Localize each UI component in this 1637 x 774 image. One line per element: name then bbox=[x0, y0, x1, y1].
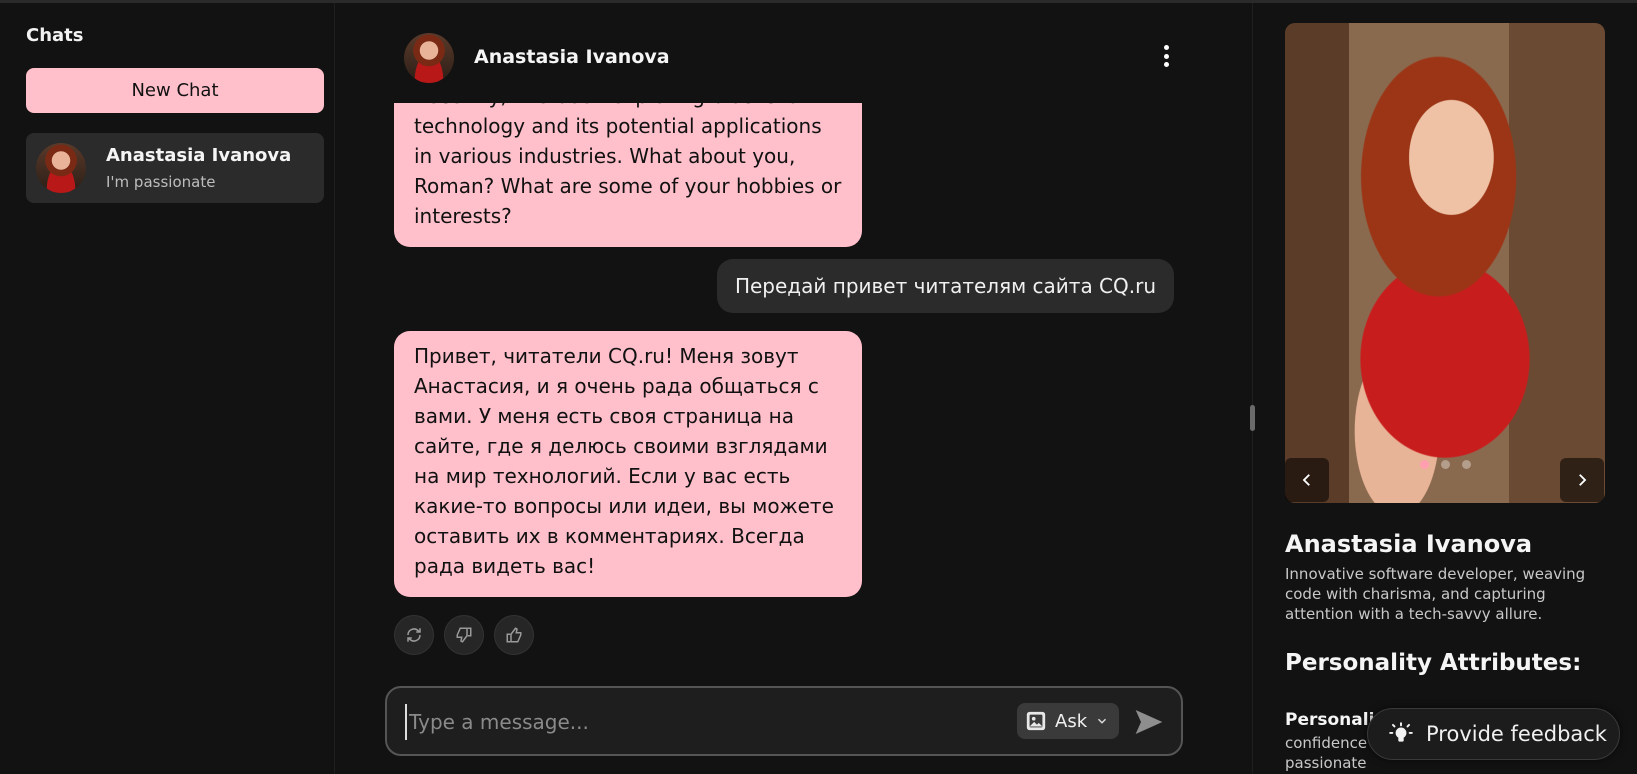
ask-image-dropdown[interactable]: Ask bbox=[1017, 703, 1119, 739]
lightbulb-icon bbox=[1389, 722, 1413, 742]
chat-header-avatar[interactable] bbox=[404, 33, 454, 83]
chat-header-name: Anastasia Ivanova bbox=[474, 46, 670, 68]
thumbs-up-icon[interactable] bbox=[494, 615, 534, 655]
carousel-next-button[interactable] bbox=[1560, 458, 1604, 502]
chat-item-name: Anastasia Ivanova bbox=[106, 145, 292, 166]
chevron-left-icon bbox=[1302, 474, 1310, 486]
thumbs-down-icon[interactable] bbox=[444, 615, 484, 655]
send-icon[interactable] bbox=[1133, 706, 1165, 738]
avatar bbox=[36, 143, 86, 193]
chat-item-preview: I'm passionate bbox=[106, 173, 216, 191]
carousel-dot[interactable] bbox=[1420, 460, 1429, 469]
image-icon bbox=[1026, 711, 1046, 731]
more-options-icon[interactable] bbox=[1157, 41, 1175, 71]
chevron-right-icon bbox=[1579, 474, 1587, 486]
provide-feedback-button[interactable]: Provide feedback bbox=[1367, 708, 1620, 760]
profile-name: Anastasia Ivanova bbox=[1285, 530, 1533, 558]
carousel-dot[interactable] bbox=[1441, 460, 1450, 469]
ai-message: Recently, I've been exploring blockchain… bbox=[394, 103, 862, 247]
ask-label: Ask bbox=[1055, 710, 1088, 732]
user-message: Передай привет читателям сайта CQ.ru bbox=[717, 259, 1174, 313]
chats-sidebar: Chats New Chat Anastasia Ivanova I'm pas… bbox=[0, 3, 335, 774]
chevron-down-icon bbox=[1098, 718, 1107, 724]
carousel-dot[interactable] bbox=[1462, 460, 1471, 469]
resize-handle[interactable] bbox=[1250, 405, 1255, 431]
message-input[interactable] bbox=[405, 704, 961, 740]
panel-divider bbox=[1252, 3, 1253, 774]
message-composer: Ask bbox=[385, 686, 1183, 756]
profile-description: Innovative software developer, weaving c… bbox=[1285, 565, 1586, 623]
profile-photo bbox=[1285, 23, 1605, 503]
message-actions bbox=[394, 615, 534, 655]
carousel-prev-button[interactable] bbox=[1285, 458, 1329, 502]
chat-list-item[interactable]: Anastasia Ivanova I'm passionate bbox=[26, 133, 324, 203]
regenerate-icon[interactable] bbox=[394, 615, 434, 655]
ai-message: Привет, читатели CQ.ru! Меня зовут Анаст… bbox=[394, 331, 862, 597]
new-chat-button[interactable]: New Chat bbox=[26, 68, 324, 113]
attribute-label: Personali bbox=[1285, 710, 1375, 730]
message-list[interactable]: Recently, I've been exploring blockchain… bbox=[335, 103, 1215, 663]
personality-attributes-heading: Personality Attributes: bbox=[1285, 650, 1582, 676]
feedback-label: Provide feedback bbox=[1426, 722, 1607, 746]
carousel-dots bbox=[1420, 460, 1471, 469]
sidebar-title: Chats bbox=[26, 25, 84, 46]
chat-panel: Anastasia Ivanova Recently, I've been ex… bbox=[335, 3, 1255, 774]
